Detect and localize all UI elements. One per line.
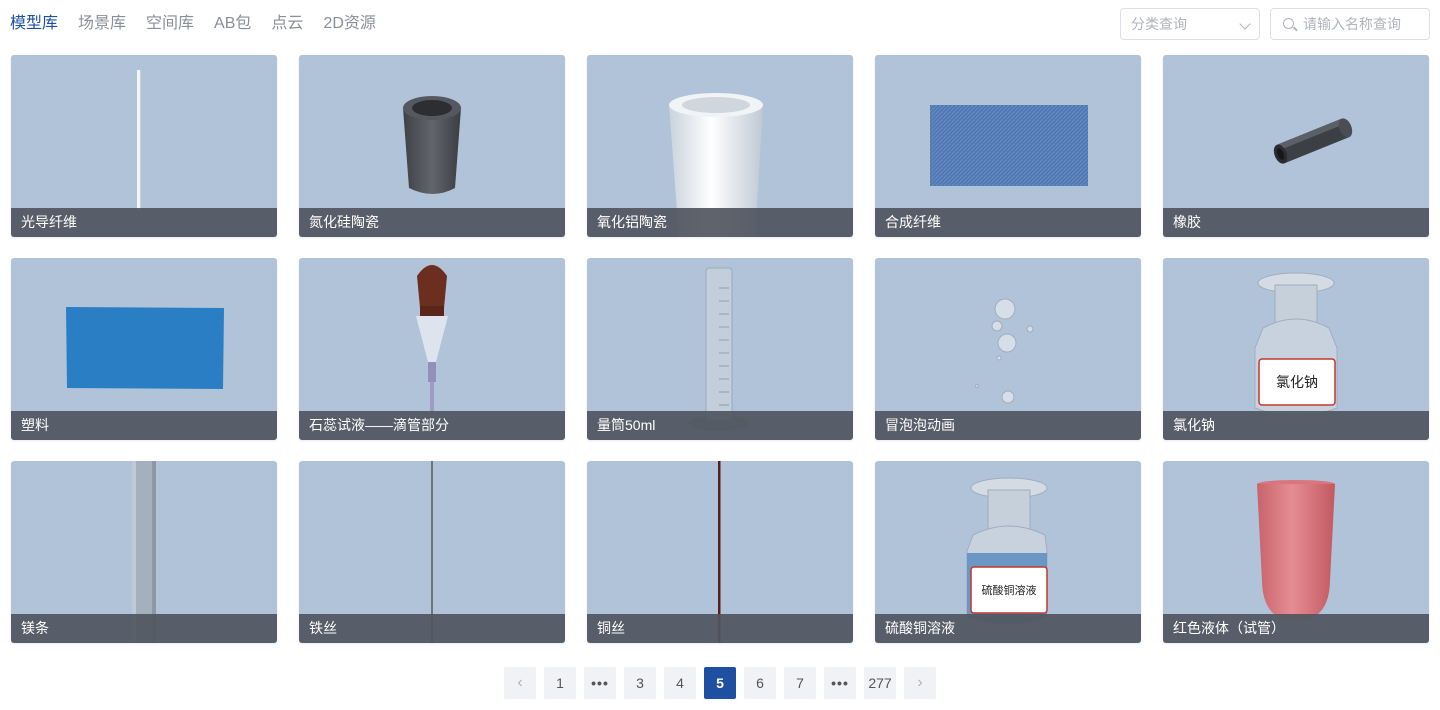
model-card[interactable]: 塑料 — [11, 258, 277, 440]
tab-model-library[interactable]: 模型库 — [10, 13, 58, 35]
card-label: 镁条 — [11, 614, 277, 643]
model-card[interactable]: 合成纤维 — [875, 55, 1141, 237]
card-label: 合成纤维 — [875, 208, 1141, 237]
bottle-label-text: 硫酸铜溶液 — [982, 583, 1037, 597]
search-box — [1270, 8, 1430, 40]
model-card[interactable]: 镁条 — [11, 461, 277, 643]
card-label: 塑料 — [11, 411, 277, 440]
page-button[interactable]: 277 — [864, 667, 896, 699]
card-label: 光导纤维 — [11, 208, 277, 237]
page-button[interactable]: 3 — [624, 667, 656, 699]
page-ellipsis[interactable]: ••• — [584, 667, 616, 699]
tab-2d-resources[interactable]: 2D资源 — [323, 13, 375, 35]
library-tabs: 模型库 场景库 空间库 AB包 点云 2D资源 — [10, 13, 376, 35]
model-card[interactable]: 石蕊试液——滴管部分 — [299, 258, 565, 440]
top-bar: 模型库 场景库 空间库 AB包 点云 2D资源 分类查询 — [0, 0, 1440, 48]
card-label: 橡胶 — [1163, 208, 1429, 237]
card-label: 硫酸铜溶液 — [875, 614, 1141, 643]
model-grid: 光导纤维 氮化硅陶瓷 氧化铝陶瓷 合成纤维 橡胶 塑料 石蕊试液——滴管部分 量… — [11, 55, 1429, 643]
card-label: 氧化铝陶瓷 — [587, 208, 853, 237]
next-page-button[interactable]: › — [904, 667, 936, 699]
model-card[interactable]: 氯化钠 氯化钠 — [1163, 258, 1429, 440]
card-label: 氯化钠 — [1163, 411, 1429, 440]
search-icon — [1283, 18, 1294, 29]
page-button[interactable]: 4 — [664, 667, 696, 699]
card-label: 量筒50ml — [587, 411, 853, 440]
model-card[interactable]: 量筒50ml — [587, 258, 853, 440]
tab-point-cloud[interactable]: 点云 — [271, 13, 303, 35]
page-button[interactable]: 7 — [784, 667, 816, 699]
card-label: 铜丝 — [587, 614, 853, 643]
tab-space-library[interactable]: 空间库 — [146, 13, 194, 35]
model-card[interactable]: 铁丝 — [299, 461, 565, 643]
pagination: ‹ 1 ••• 3 4 5 6 7 ••• 277 › — [504, 667, 936, 699]
model-card[interactable]: 硫酸铜溶液 硫酸铜溶液 — [875, 461, 1141, 643]
model-card[interactable]: 冒泡泡动画 — [875, 258, 1141, 440]
model-card[interactable]: 铜丝 — [587, 461, 853, 643]
card-label: 石蕊试液——滴管部分 — [299, 411, 565, 440]
search-input[interactable] — [1303, 9, 1423, 39]
card-label: 冒泡泡动画 — [875, 411, 1141, 440]
card-label: 氮化硅陶瓷 — [299, 208, 565, 237]
prev-page-button[interactable]: ‹ — [504, 667, 536, 699]
category-select[interactable]: 分类查询 — [1120, 8, 1260, 40]
category-select-placeholder: 分类查询 — [1131, 16, 1187, 32]
page-button[interactable]: 6 — [744, 667, 776, 699]
model-card[interactable]: 光导纤维 — [11, 55, 277, 237]
card-label: 铁丝 — [299, 614, 565, 643]
bottle-label-text: 氯化钠 — [1276, 375, 1318, 391]
tab-ab-package[interactable]: AB包 — [214, 13, 251, 35]
card-label: 红色液体（试管） — [1163, 614, 1429, 643]
tab-scene-library[interactable]: 场景库 — [78, 13, 126, 35]
chevron-down-icon — [1239, 18, 1251, 30]
model-card[interactable]: 橡胶 — [1163, 55, 1429, 237]
model-card[interactable]: 氧化铝陶瓷 — [587, 55, 853, 237]
model-card[interactable]: 氮化硅陶瓷 — [299, 55, 565, 237]
page-button[interactable]: 1 — [544, 667, 576, 699]
model-card[interactable]: 红色液体（试管） — [1163, 461, 1429, 643]
page-button-current[interactable]: 5 — [704, 667, 736, 699]
page-ellipsis[interactable]: ••• — [824, 667, 856, 699]
